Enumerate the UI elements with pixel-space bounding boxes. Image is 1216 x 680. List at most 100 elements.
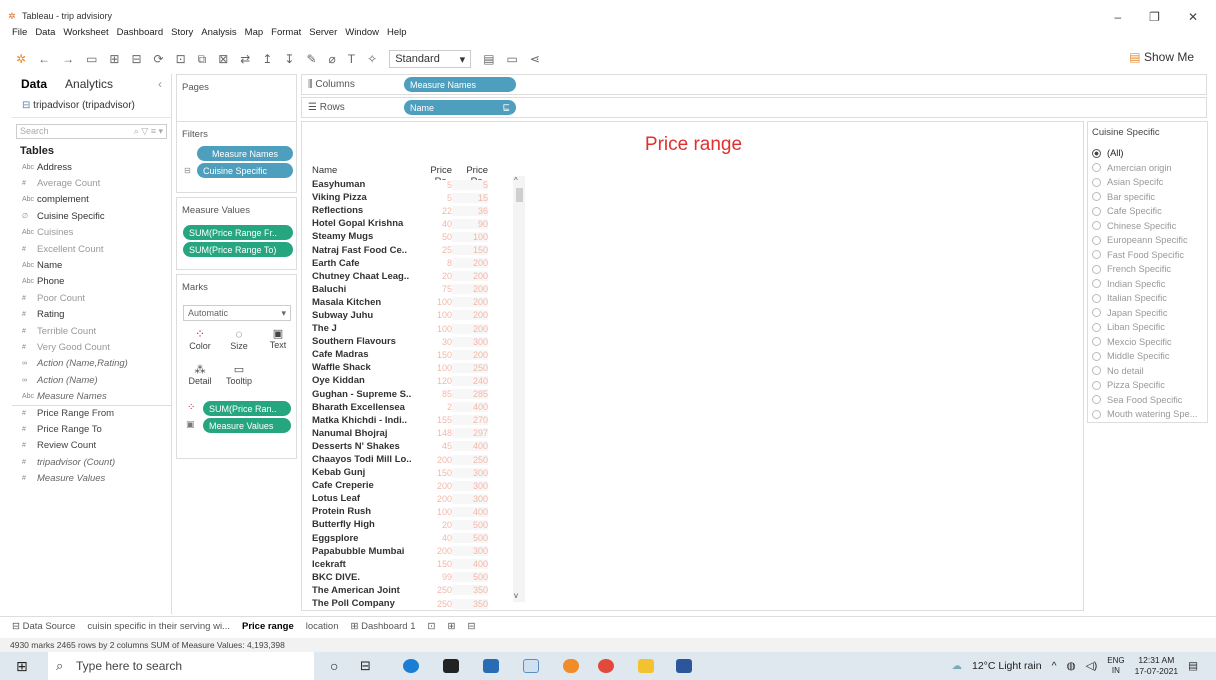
volume-icon[interactable]: ◁) [1086, 660, 1098, 672]
tab-data[interactable]: Data [12, 77, 56, 91]
field-item[interactable]: # Very Good Count [12, 339, 171, 355]
field-item[interactable]: Abc Cuisines [12, 225, 171, 241]
new-sheet-icon[interactable]: ⊡ [176, 52, 186, 66]
tab-location[interactable]: location [306, 621, 339, 632]
redo-icon[interactable]: → [62, 52, 74, 66]
store-icon[interactable] [443, 659, 459, 673]
table-row[interactable]: Subway Juhu 100 200 [312, 309, 526, 322]
cortana-icon[interactable]: ○ [330, 658, 338, 674]
tray-chevron-icon[interactable]: ^ [1052, 660, 1057, 672]
columns-shelf[interactable]: ⫼ Columns Measure Names [301, 74, 1207, 95]
color-button[interactable]: ⁘ Color [183, 327, 217, 359]
rows-pill-name[interactable]: Name ⊑ [404, 100, 516, 115]
network-icon[interactable]: ◍ [1067, 660, 1076, 672]
legend-option[interactable]: Asian Specifc [1088, 175, 1207, 190]
highlight-icon[interactable]: ✎ [306, 52, 316, 66]
field-item[interactable]: # Price Range To [12, 421, 171, 437]
view-scrollbar[interactable] [513, 176, 525, 602]
language-indicator[interactable]: ENG IN [1107, 656, 1124, 676]
table-row[interactable]: Kebab Gunj 150 300 [312, 466, 526, 479]
search-icon[interactable]: ⌕ ▽ ≡ ▾ [134, 126, 163, 137]
table-row[interactable]: Hotel Gopal Krishna 40 90 [312, 217, 526, 230]
word-icon[interactable] [676, 659, 692, 673]
tab-data-source[interactable]: ⊟ Data Source [12, 621, 75, 632]
field-item[interactable]: ∞ Action (Name) [12, 372, 171, 388]
menu-format[interactable]: Format [271, 27, 301, 43]
task-view-icon[interactable]: ⊟ [360, 658, 371, 674]
table-row[interactable]: Bharath Excellensea 2 400 [312, 401, 526, 414]
legend-option[interactable]: (All) [1088, 146, 1207, 161]
label-icon[interactable]: T [348, 52, 355, 66]
table-row[interactable]: Papabubble Mumbai 200 300 [312, 545, 526, 558]
edge-icon[interactable] [403, 659, 419, 673]
legend-option[interactable]: Sea Food Specific [1088, 393, 1207, 408]
pin-icon[interactable]: ✧ [367, 52, 377, 66]
table-row[interactable]: Lotus Leaf 200 300 [312, 492, 526, 505]
undo-icon[interactable]: ← [38, 52, 50, 66]
legend-option[interactable]: Bar specific [1088, 190, 1207, 205]
show-cards-icon[interactable]: ▤ [483, 52, 494, 66]
marks-pill-measure-values[interactable]: Measure Values [203, 418, 291, 433]
table-row[interactable]: Steamy Mugs 50 100 [312, 230, 526, 243]
field-item[interactable]: # Review Count [12, 438, 171, 454]
table-row[interactable]: Cafe Creperie 200 300 [312, 479, 526, 492]
chrome-icon[interactable] [598, 659, 614, 673]
table-row[interactable]: Earth Cafe 8 200 [312, 257, 526, 270]
menu-window[interactable]: Window [345, 27, 379, 43]
menu-map[interactable]: Map [245, 27, 263, 43]
field-item[interactable]: # Excellent Count [12, 241, 171, 257]
field-item[interactable]: # Average Count [12, 175, 171, 191]
presentation-icon[interactable]: ▭ [507, 52, 518, 66]
mark-type-select[interactable]: Automatic ▾ [183, 305, 291, 321]
field-item[interactable]: ∅ Cuisine Specific [12, 208, 171, 224]
windows-start-icon[interactable]: ⊞ [16, 658, 28, 675]
field-item[interactable]: Abc Name [12, 257, 171, 273]
field-item[interactable]: # Poor Count [12, 290, 171, 306]
clock[interactable]: 12:31 AM 17-07-2021 [1135, 655, 1178, 677]
table-row[interactable]: Reflections 22 36 [312, 204, 526, 217]
legend-option[interactable]: French Specific [1088, 262, 1207, 277]
legend-option[interactable]: Mexcio Specific [1088, 335, 1207, 350]
legend-option[interactable]: Liban Specific [1088, 320, 1207, 335]
field-item[interactable]: # Measure Values [12, 470, 171, 486]
scrollbar-thumb[interactable] [516, 188, 523, 202]
show-me-button[interactable]: ▤ Show Me [1129, 50, 1194, 64]
table-row[interactable]: Oye Kiddan 120 240 [312, 374, 526, 387]
save-icon[interactable]: ▭ [86, 52, 97, 66]
minimize-button[interactable]: – [1114, 10, 1121, 24]
app-icon[interactable] [563, 659, 579, 673]
new-dashboard-icon[interactable]: ⊞ [447, 621, 455, 632]
legend-option[interactable]: Middle Specific [1088, 349, 1207, 364]
pause-icon[interactable]: ⊟ [131, 52, 141, 66]
table-row[interactable]: The American Joint 250 350 [312, 584, 526, 597]
legend-option[interactable]: Fast Food Specific [1088, 248, 1207, 263]
scroll-up-icon[interactable]: ^ [514, 176, 518, 185]
field-item[interactable]: # Terrible Count [12, 323, 171, 339]
duplicate-sheet-icon[interactable]: ⧉ [198, 52, 207, 67]
rows-shelf[interactable]: ☰ Rows Name ⊑ [301, 97, 1207, 118]
scroll-down-icon[interactable]: v [514, 591, 518, 600]
table-row[interactable]: Gughan - Supreme S.. 85 285 [312, 388, 526, 401]
legend-option[interactable]: Amercian origin [1088, 161, 1207, 176]
measure-pill-price-from[interactable]: SUM(Price Range Fr.. [183, 225, 293, 240]
table-row[interactable]: Easyhuman 5 5 [312, 178, 526, 191]
new-worksheet-icon[interactable]: ⊡ [428, 621, 436, 632]
field-item[interactable]: # tripadvisor (Count) [12, 454, 171, 470]
search-input[interactable]: Search ⌕ ▽ ≡ ▾ [16, 124, 167, 139]
table-row[interactable]: Matka Khichdi - Indi.. 155 270 [312, 414, 526, 427]
legend-option[interactable]: Japan Specific [1088, 306, 1207, 321]
new-story-icon[interactable]: ⊟ [467, 621, 475, 632]
group-icon[interactable]: ⌀ [329, 52, 336, 66]
legend-option[interactable]: No detail [1088, 364, 1207, 379]
table-row[interactable]: Chaayos Todi Mill Lo.. 200 250 [312, 453, 526, 466]
legend-option[interactable]: Chinese Specific [1088, 219, 1207, 234]
filter-pill-measure-names[interactable]: Measure Names [197, 146, 293, 161]
field-item[interactable]: Abc complement [12, 192, 171, 208]
field-item[interactable]: # Rating [12, 307, 171, 323]
table-row[interactable]: The Poll Company 250 350 [312, 597, 526, 610]
table-row[interactable]: Natraj Fast Food Ce.. 25 150 [312, 243, 526, 256]
notifications-icon[interactable]: ▤ [1188, 660, 1198, 672]
legend-option[interactable]: Italian Specific [1088, 291, 1207, 306]
marks-pill-sum-price[interactable]: SUM(Price Ran.. [203, 401, 291, 416]
field-item[interactable]: Abc Measure Names [12, 388, 171, 404]
